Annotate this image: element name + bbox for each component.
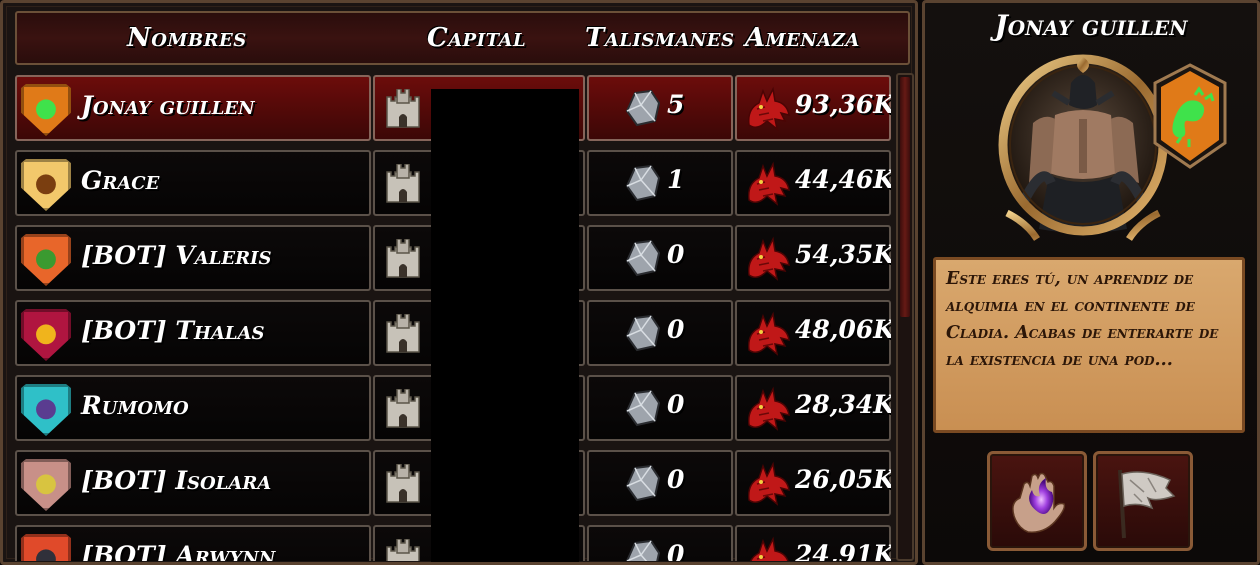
player-name: [BOT] Isolara [81,466,272,495]
threat-value: 44,46K [795,165,891,194]
threat-value: 48,06K [795,315,891,344]
boar-shield-icon: ● [21,234,71,286]
lizard-shield-icon: ● [21,84,71,136]
castle-icon [386,389,420,428]
talismans-cell: 0 [587,525,733,561]
elephant-emblem-icon: ● [34,393,58,423]
red-dragon-icon [747,86,790,131]
talisman-gem-icon [625,539,661,561]
threat-value: 93,36K [795,90,891,119]
threat-value: 26,05K [795,465,891,494]
castle-icon [386,164,420,203]
header-capital: Capital [427,23,527,53]
talismans-count: 0 [667,240,685,269]
profile-panel: Jonay guillen Este eres tú, un aprendiz … [922,0,1260,565]
talismans-count: 0 [667,315,685,344]
lizard-emblem-icon: ● [34,93,58,123]
threat-cell: 93,36K [735,75,891,141]
goat-emblem-icon: ● [34,468,58,498]
talisman-gem-icon [625,239,661,277]
talismans-count: 5 [667,90,685,119]
talisman-gem-icon [625,164,661,202]
horse-shield-icon: ● [21,159,71,211]
character-portrait [998,54,1168,241]
profile-name: Jonay guillen [994,9,1188,42]
castle-icon [386,239,420,278]
talisman-gem-icon [625,89,661,127]
talisman-gem-icon [625,464,661,502]
threat-value: 28,34K [795,390,891,419]
threat-cell: 24,91K [735,525,891,561]
header-threat: Amenaza [745,23,860,53]
player-name: [BOT] Thalas [81,316,265,345]
player-name-cell[interactable]: ● Grace [15,150,371,216]
alchemy-button[interactable] [987,451,1087,551]
threat-cell: 54,35K [735,225,891,291]
threat-cell: 48,06K [735,300,891,366]
player-name: Grace [81,166,160,195]
talisman-gem-icon [625,389,661,427]
snake-shield-icon: ● [21,309,71,361]
talismans-cell: 0 [587,300,733,366]
talismans-count: 0 [667,465,685,494]
horse-emblem-icon: ● [34,168,58,198]
boar-emblem-icon: ● [34,243,58,273]
player-name: [BOT] Valeris [81,241,272,270]
crown-shield-icon: ● [21,534,71,561]
red-dragon-icon [747,236,790,281]
player-name: Jonay guillen [81,91,255,120]
talismans-cell: 1 [587,150,733,216]
red-dragon-icon [747,161,790,206]
leaderboard-header: Nombres Capital Talismanes Amenaza [15,11,910,65]
header-talismans: Talismanes [585,23,735,53]
castle-icon [386,464,420,503]
talismans-count: 0 [667,390,685,419]
talismans-cell: 0 [587,450,733,516]
player-name-cell[interactable]: ● Rumomo [15,375,371,441]
header-names: Nombres [127,23,247,53]
player-name-cell[interactable]: ● [BOT] Valeris [15,225,371,291]
profile-shield-icon [1153,63,1227,169]
talismans-count: 1 [667,165,685,194]
player-name: [BOT] Arwynn [81,541,276,561]
threat-value: 54,35K [795,240,891,269]
castle-icon [386,314,420,353]
scrollbar[interactable] [896,73,914,561]
player-name-cell[interactable]: ● [BOT] Isolara [15,450,371,516]
talismans-cell: 0 [587,375,733,441]
threat-value: 24,91K [795,540,891,561]
snake-emblem-icon: ● [34,318,58,348]
purple-flame-hand-icon [1012,472,1066,533]
player-name-cell[interactable]: ● [BOT] Thalas [15,300,371,366]
scroll-thumb[interactable] [900,77,910,317]
red-dragon-icon [747,311,790,356]
goat-shield-icon: ● [21,459,71,511]
elephant-shield-icon: ● [21,384,71,436]
profile-description: Este eres tú, un aprendiz de alquimia en… [933,257,1245,433]
red-dragon-icon [747,386,790,431]
crown-emblem-icon: ● [34,543,58,561]
talismans-cell: 0 [587,225,733,291]
player-name-cell[interactable]: ● Jonay guillen [15,75,371,141]
capital-redaction [431,89,579,562]
leaderboard-panel: Nombres Capital Talismanes Amenaza ● Jona… [0,0,918,565]
player-name: Rumomo [81,391,189,420]
player-name-cell[interactable]: ● [BOT] Arwynn [15,525,371,561]
tattered-white-flag-icon [1118,469,1176,539]
red-dragon-icon [747,461,790,506]
surrender-button[interactable] [1093,451,1193,551]
threat-cell: 26,05K [735,450,891,516]
castle-icon [386,539,420,561]
castle-icon [386,89,420,128]
red-dragon-icon [749,536,789,561]
talismans-count: 0 [667,540,685,561]
threat-cell: 28,34K [735,375,891,441]
threat-cell: 44,46K [735,150,891,216]
talisman-gem-icon [625,314,661,352]
talismans-cell: 5 [587,75,733,141]
